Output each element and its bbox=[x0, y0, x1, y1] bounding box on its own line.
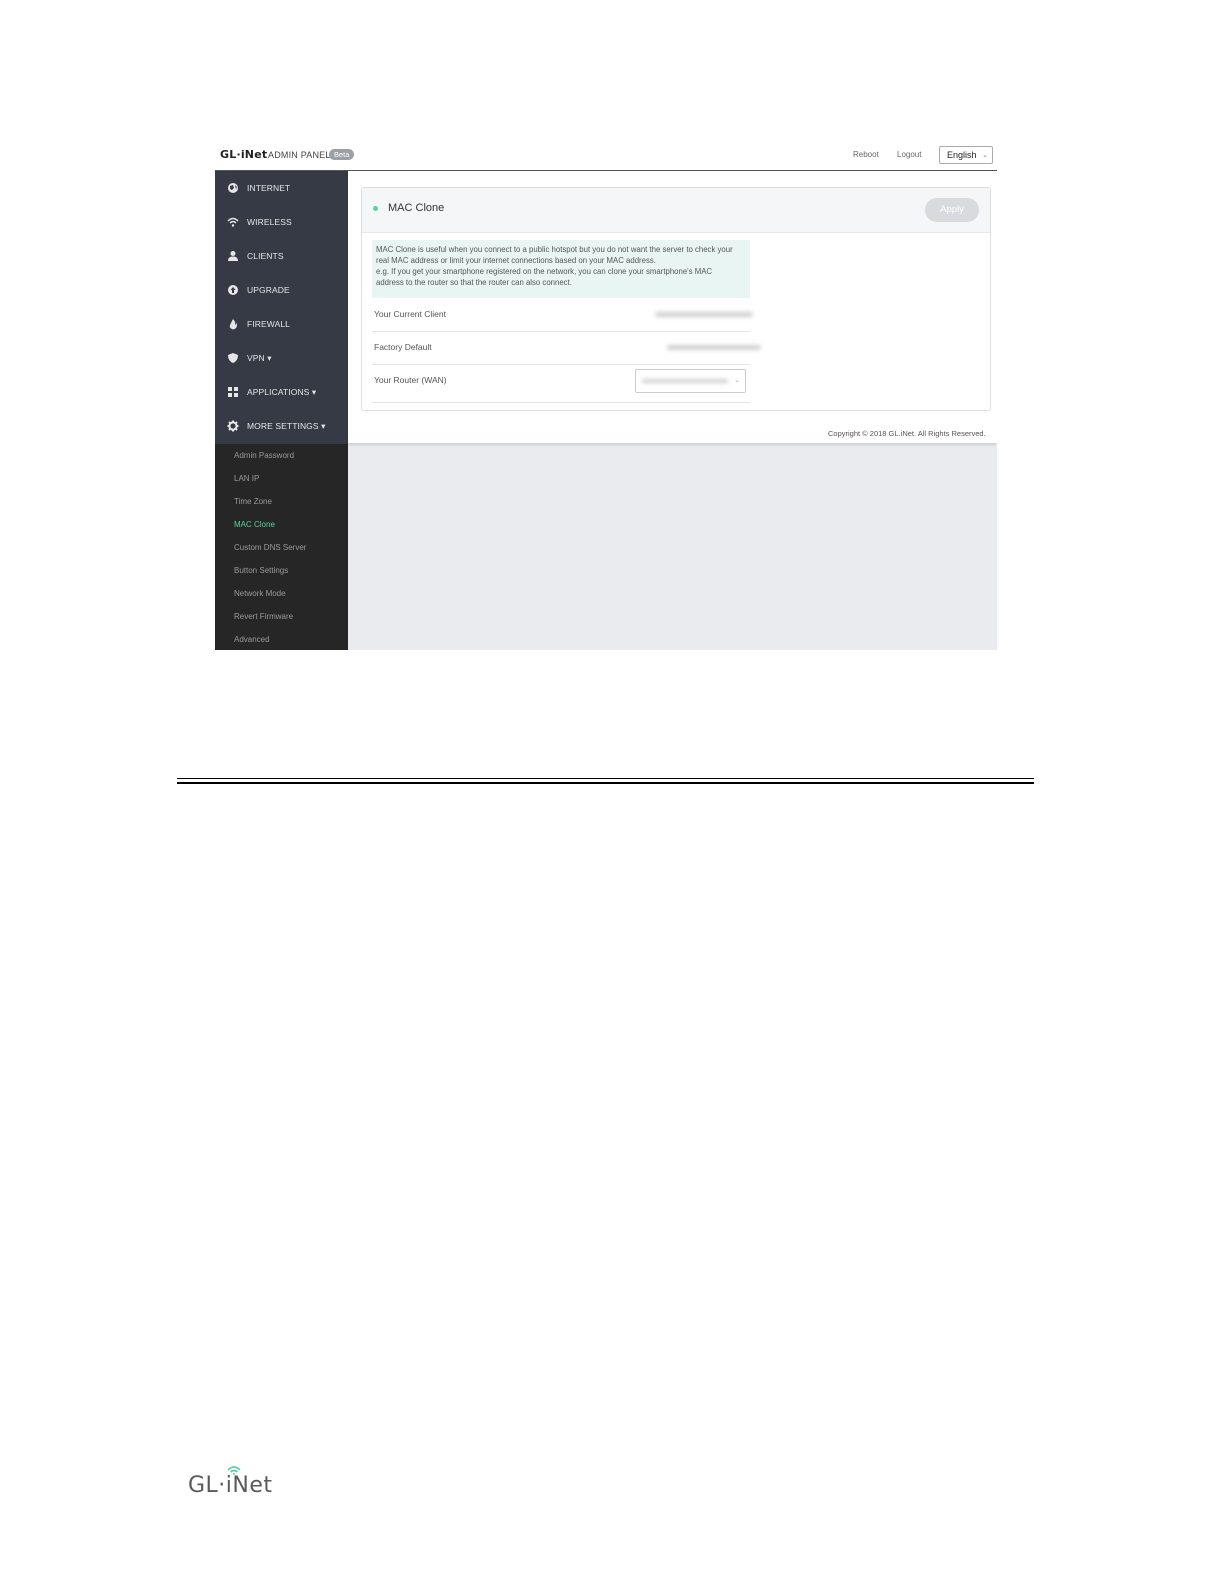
apply-button[interactable]: Apply bbox=[925, 198, 979, 222]
sidebar: INTERNET WIRELESS CLIENTS UPGRADE FIREWA… bbox=[215, 171, 348, 444]
sidebar-item-label: WIRELESS bbox=[247, 217, 292, 227]
footer-logo: GL·iNet bbox=[188, 1465, 288, 1498]
submenu-item-button-settings[interactable]: Button Settings bbox=[234, 566, 288, 575]
top-bar: GL·iNet ADMIN PANEL Beta Reboot Logout E… bbox=[215, 142, 997, 171]
page-divider bbox=[177, 778, 1034, 779]
sidebar-item-label: CLIENTS bbox=[247, 251, 284, 261]
mac-clone-card: MAC Clone Apply MAC Clone is useful when… bbox=[361, 187, 991, 411]
sidebar-item-upgrade[interactable]: UPGRADE bbox=[215, 273, 348, 307]
info-text-line: e.g. If you get your smartphone register… bbox=[376, 267, 713, 276]
sidebar-item-internet[interactable]: INTERNET bbox=[215, 171, 348, 205]
beta-badge: Beta bbox=[329, 149, 355, 160]
info-text-line: MAC Clone is useful when you connect to … bbox=[376, 245, 733, 254]
info-text-line: address to the router so that the router… bbox=[376, 278, 572, 287]
upgrade-icon bbox=[228, 285, 238, 295]
page-divider bbox=[177, 782, 1034, 784]
submenu-item-lan-ip[interactable]: LAN IP bbox=[234, 474, 259, 483]
admin-panel-screenshot: GL·iNet ADMIN PANEL Beta Reboot Logout E… bbox=[215, 142, 997, 650]
info-box: MAC Clone is useful when you connect to … bbox=[372, 240, 750, 298]
row-label: Your Router (WAN) bbox=[374, 375, 447, 385]
submenu-item-time-zone[interactable]: Time Zone bbox=[234, 497, 272, 506]
brand-logo-text: GL·iNet bbox=[220, 148, 268, 161]
copyright-text: Copyright © 2018 GL.iNet. All Rights Res… bbox=[828, 429, 986, 438]
gear-icon bbox=[227, 420, 239, 432]
main-content-area: MAC Clone Apply MAC Clone is useful when… bbox=[348, 171, 997, 443]
sidebar-item-label: VPN ▾ bbox=[247, 353, 272, 363]
settings-submenu: Admin Password LAN IP Time Zone MAC Clon… bbox=[215, 444, 348, 650]
sidebar-item-clients[interactable]: CLIENTS bbox=[215, 239, 348, 273]
sidebar-item-label: MORE SETTINGS ▾ bbox=[247, 421, 326, 431]
reboot-link[interactable]: Reboot bbox=[853, 150, 879, 159]
sidebar-item-label: UPGRADE bbox=[247, 285, 290, 295]
wifi-icon bbox=[227, 217, 239, 227]
footer-logo-text: GL·iNet bbox=[188, 1473, 273, 1498]
language-value: English bbox=[947, 150, 977, 160]
chevron-down-icon: ⌄ bbox=[734, 377, 740, 384]
redacted-mac-value bbox=[667, 345, 761, 350]
sidebar-item-label: INTERNET bbox=[247, 183, 291, 193]
sidebar-item-label: FIREWALL bbox=[247, 319, 290, 329]
status-dot bbox=[373, 206, 378, 211]
grid-icon bbox=[228, 387, 238, 397]
sidebar-item-applications[interactable]: APPLICATIONS ▾ bbox=[215, 375, 348, 409]
submenu-item-custom-dns-server[interactable]: Custom DNS Server bbox=[234, 543, 306, 552]
submenu-item-advanced[interactable]: Advanced bbox=[234, 635, 270, 644]
factory-default-row: Factory Default bbox=[372, 331, 761, 365]
admin-panel-label: ADMIN PANEL bbox=[268, 150, 331, 160]
chevron-down-icon: ⌄ bbox=[982, 152, 988, 159]
main-content: MAC Clone Apply MAC Clone is useful when… bbox=[348, 171, 997, 650]
logout-link[interactable]: Logout bbox=[897, 150, 921, 159]
row-label: Factory Default bbox=[374, 342, 432, 352]
info-text-line: real MAC address or limit your internet … bbox=[376, 256, 656, 265]
sidebar-item-vpn[interactable]: VPN ▾ bbox=[215, 341, 348, 375]
fire-icon bbox=[229, 319, 237, 330]
redacted-mac-value bbox=[655, 312, 753, 317]
brand-logo: GL·iNet bbox=[220, 148, 267, 161]
sidebar-item-firewall[interactable]: FIREWALL bbox=[215, 307, 348, 341]
sidebar-item-wireless[interactable]: WIRELESS bbox=[215, 205, 348, 239]
submenu-item-network-mode[interactable]: Network Mode bbox=[234, 589, 286, 598]
router-wan-mac-select[interactable]: ⌄ bbox=[635, 369, 746, 393]
sidebar-item-label: APPLICATIONS ▾ bbox=[247, 387, 317, 397]
redacted-mac-value bbox=[642, 379, 728, 383]
submenu-item-admin-password[interactable]: Admin Password bbox=[234, 451, 294, 460]
card-title: MAC Clone bbox=[388, 202, 445, 214]
sidebar-item-more-settings[interactable]: MORE SETTINGS ▾ bbox=[215, 409, 348, 443]
row-label: Your Current Client bbox=[374, 309, 446, 319]
submenu-item-mac-clone[interactable]: MAC Clone bbox=[234, 520, 275, 529]
user-icon bbox=[228, 251, 238, 261]
language-select[interactable]: English ⌄ bbox=[939, 146, 993, 164]
current-client-row: Your Current Client bbox=[372, 298, 753, 332]
submenu-item-revert-firmware[interactable]: Revert Firmware bbox=[234, 612, 293, 621]
shield-icon bbox=[228, 353, 238, 363]
globe-icon bbox=[228, 183, 238, 193]
card-header: MAC Clone Apply bbox=[362, 188, 990, 233]
